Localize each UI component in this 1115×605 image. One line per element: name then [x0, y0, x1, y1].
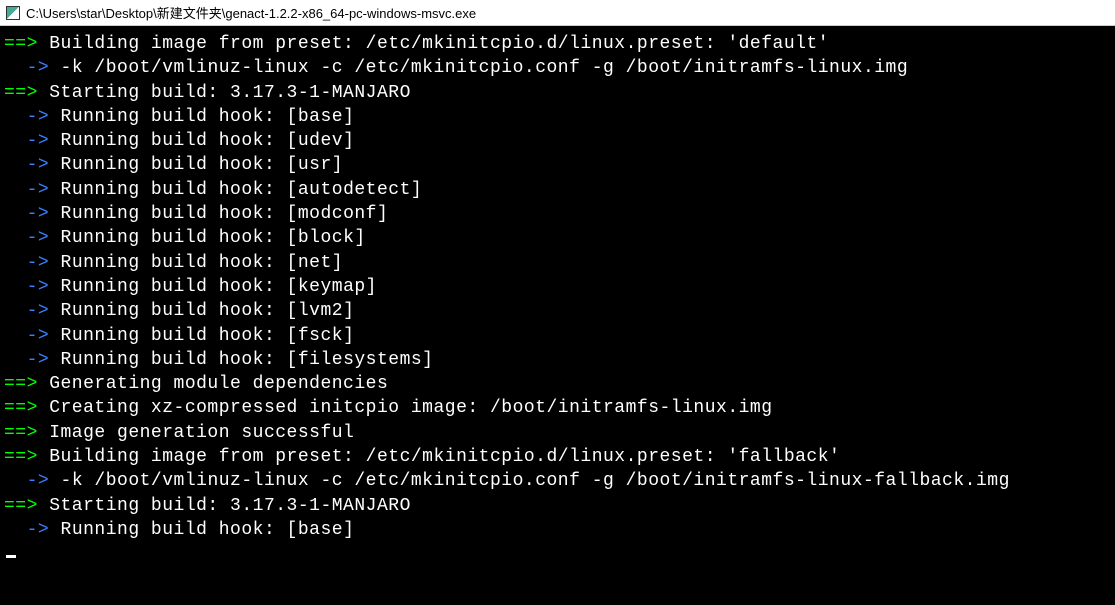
arrow-sub: -> [4, 131, 49, 151]
terminal-text: Image generation successful [38, 423, 354, 443]
terminal-output: ==> Building image from preset: /etc/mki… [0, 26, 1115, 573]
arrow-main: ==> [4, 447, 38, 467]
arrow-sub: -> [4, 155, 49, 175]
terminal-text: Running build hook: [autodetect] [49, 180, 422, 200]
arrow-main: ==> [4, 423, 38, 443]
arrow-sub: -> [4, 301, 49, 321]
terminal-line: -> Running build hook: [base] [4, 518, 1111, 542]
arrow-sub: -> [4, 228, 49, 248]
terminal-line: -> -k /boot/vmlinuz-linux -c /etc/mkinit… [4, 469, 1111, 493]
terminal-line: ==> Image generation successful [4, 421, 1111, 445]
arrow-sub: -> [4, 277, 49, 297]
terminal-line: -> Running build hook: [fsck] [4, 324, 1111, 348]
arrow-sub: -> [4, 58, 49, 78]
terminal-text: Running build hook: [block] [49, 228, 365, 248]
terminal-text: Generating module dependencies [38, 374, 388, 394]
terminal-text: -k /boot/vmlinuz-linux -c /etc/mkinitcpi… [49, 58, 908, 78]
terminal-text: Running build hook: [usr] [49, 155, 343, 175]
arrow-sub: -> [4, 107, 49, 127]
terminal-line: ==> Creating xz-compressed initcpio imag… [4, 396, 1111, 420]
terminal-text: Starting build: 3.17.3-1-MANJARO [38, 83, 411, 103]
terminal-line: -> Running build hook: [net] [4, 251, 1111, 275]
arrow-sub: -> [4, 253, 49, 273]
arrow-sub: -> [4, 326, 49, 346]
arrow-sub: -> [4, 180, 49, 200]
terminal-text: Running build hook: [lvm2] [49, 301, 354, 321]
window-title: C:\Users\star\Desktop\新建文件夹\genact-1.2.2… [26, 3, 476, 22]
terminal-text: -k /boot/vmlinuz-linux -c /etc/mkinitcpi… [49, 471, 1010, 491]
terminal-line: -> Running build hook: [lvm2] [4, 299, 1111, 323]
arrow-main: ==> [4, 374, 38, 394]
terminal-text: Running build hook: [udev] [49, 131, 354, 151]
terminal-line: -> -k /boot/vmlinuz-linux -c /etc/mkinit… [4, 56, 1111, 80]
terminal-line: ==> Generating module dependencies [4, 372, 1111, 396]
arrow-main: ==> [4, 34, 38, 54]
terminal-text: Running build hook: [base] [49, 107, 354, 127]
terminal-text: Starting build: 3.17.3-1-MANJARO [38, 496, 411, 516]
terminal-text: Running build hook: [modconf] [49, 204, 388, 224]
terminal-text: Running build hook: [keymap] [49, 277, 377, 297]
arrow-main: ==> [4, 83, 38, 103]
terminal-line: ==> Building image from preset: /etc/mki… [4, 445, 1111, 469]
terminal-text: Building image from preset: /etc/mkinitc… [38, 447, 840, 467]
arrow-main: ==> [4, 496, 38, 516]
arrow-sub: -> [4, 520, 49, 540]
terminal-icon [6, 6, 20, 20]
terminal-line: -> Running build hook: [usr] [4, 153, 1111, 177]
cursor-line [4, 542, 1111, 566]
arrow-sub: -> [4, 471, 49, 491]
terminal-text: Building image from preset: /etc/mkinitc… [38, 34, 829, 54]
terminal-text: Running build hook: [filesystems] [49, 350, 433, 370]
terminal-line: ==> Starting build: 3.17.3-1-MANJARO [4, 494, 1111, 518]
terminal-text: Running build hook: [net] [49, 253, 343, 273]
terminal-line: -> Running build hook: [base] [4, 105, 1111, 129]
terminal-line: ==> Starting build: 3.17.3-1-MANJARO [4, 81, 1111, 105]
terminal-line: -> Running build hook: [autodetect] [4, 178, 1111, 202]
terminal-line: -> Running build hook: [modconf] [4, 202, 1111, 226]
terminal-line: -> Running build hook: [udev] [4, 129, 1111, 153]
terminal-line: -> Running build hook: [block] [4, 226, 1111, 250]
terminal-line: -> Running build hook: [filesystems] [4, 348, 1111, 372]
terminal-text: Running build hook: [fsck] [49, 326, 354, 346]
arrow-sub: -> [4, 204, 49, 224]
cursor [6, 555, 16, 558]
terminal-line: ==> Building image from preset: /etc/mki… [4, 32, 1111, 56]
terminal-line: -> Running build hook: [keymap] [4, 275, 1111, 299]
arrow-sub: -> [4, 350, 49, 370]
terminal-text: Creating xz-compressed initcpio image: /… [38, 398, 773, 418]
terminal-text: Running build hook: [base] [49, 520, 354, 540]
arrow-main: ==> [4, 398, 38, 418]
window-title-bar[interactable]: C:\Users\star\Desktop\新建文件夹\genact-1.2.2… [0, 0, 1115, 26]
